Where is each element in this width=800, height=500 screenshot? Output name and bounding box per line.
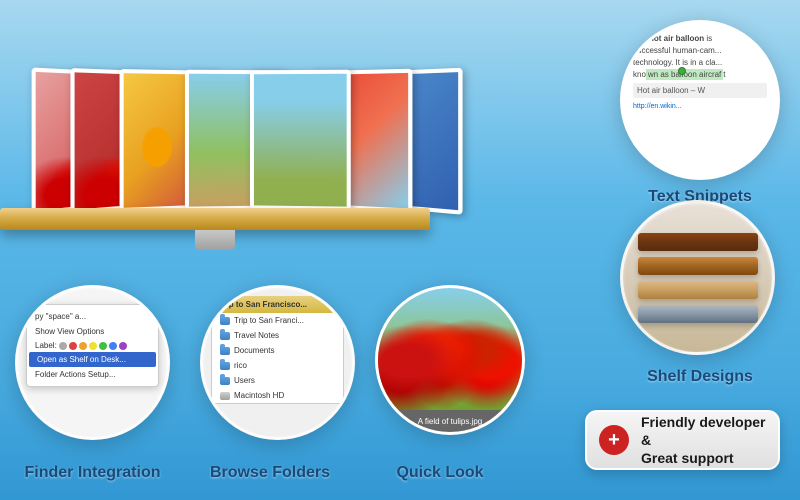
- finder-label-row: Label:: [27, 339, 158, 352]
- shelf-designs-label: Shelf Designs: [620, 368, 780, 386]
- browse-item-1: Trip to San Franci...: [212, 313, 343, 328]
- finder-menu: py "space" a... Show View Options Label:…: [26, 304, 159, 387]
- photo-card-5: [250, 70, 351, 211]
- support-badge[interactable]: + Friendly developer & Great support: [585, 410, 780, 470]
- color-dot-gray: [59, 342, 67, 350]
- quick-look-label: Quick Look: [365, 464, 515, 482]
- green-dot: [678, 67, 686, 75]
- finder-label-text: Label:: [35, 341, 57, 350]
- shelf-plank-medium: [638, 257, 758, 275]
- folder-icon-1: [220, 317, 230, 325]
- snippet-text: The hot air balloon issuccessful human-c…: [633, 33, 767, 81]
- browse-content: Trip to San Francisco... Trip to San Fra…: [203, 288, 352, 437]
- support-line2: Great support: [641, 450, 734, 466]
- folder-icon-3: [220, 347, 230, 355]
- browse-item-3: Documents: [212, 343, 343, 358]
- snippet-title: Hot air balloon – W: [633, 83, 767, 98]
- quick-look-content: A field of tulips.jpg: [378, 288, 522, 432]
- finder-menu-item-1: py "space" a...: [27, 309, 158, 324]
- color-dot-green: [99, 342, 107, 350]
- quick-look-image-label: A field of tulips.jpg: [378, 410, 522, 432]
- text-snippets-content: The hot air balloon issuccessful human-c…: [623, 23, 777, 177]
- color-dot-red: [69, 342, 77, 350]
- finder-integration-circle: py "space" a... Show View Options Label:…: [15, 285, 170, 440]
- finder-menu-item-open: Open as Shelf on Desk...: [29, 352, 156, 367]
- shelf-section: [0, 0, 460, 260]
- text-snippets-circle: The hot air balloon issuccessful human-c…: [620, 20, 780, 180]
- color-dot-purple: [119, 342, 127, 350]
- quick-look-circle: A field of tulips.jpg: [375, 285, 525, 435]
- support-line1: Friendly developer &: [641, 414, 765, 448]
- browse-item-4: rico: [212, 358, 343, 373]
- shelf-designs-circle: [620, 200, 775, 355]
- browse-folders-label: Browse Folders: [185, 464, 355, 482]
- finder-menu-item-2: Show View Options: [27, 324, 158, 339]
- color-dot-blue: [109, 342, 117, 350]
- folder-icon-2: [220, 332, 230, 340]
- shelf-plank-light: [638, 281, 758, 299]
- shelf-plank-dark: [638, 233, 758, 251]
- browse-item-5: Users: [212, 373, 343, 388]
- tulips-image: [378, 288, 522, 410]
- browse-folders-circle: Trip to San Francisco... Trip to San Fra…: [200, 285, 355, 440]
- finder-content: py "space" a... Show View Options Label:…: [18, 288, 167, 437]
- folder-icon-4: [220, 362, 230, 370]
- browse-header: Trip to San Francisco...: [211, 296, 344, 313]
- finder-menu-item-folder: Folder Actions Setup...: [27, 367, 158, 382]
- color-dot-orange: [79, 342, 87, 350]
- shelf-designs-content: [623, 203, 772, 352]
- color-dot-yellow: [89, 342, 97, 350]
- finder-integration-label: Finder Integration: [15, 464, 170, 482]
- browse-item-6: Macintosh HD: [212, 388, 343, 403]
- shelf-plank-gray: [638, 305, 758, 323]
- hdd-icon: [220, 392, 230, 400]
- support-text: Friendly developer & Great support: [641, 413, 766, 468]
- shelf-board: [0, 208, 430, 230]
- folder-icon-5: [220, 377, 230, 385]
- support-plus-icon: +: [599, 425, 629, 455]
- shelf-photos: [10, 20, 430, 210]
- snippet-url: http://en.wikin...: [633, 102, 767, 112]
- browse-item-2: Travel Notes: [212, 328, 343, 343]
- browse-list: Trip to San Franci... Travel Notes Docum…: [211, 313, 344, 404]
